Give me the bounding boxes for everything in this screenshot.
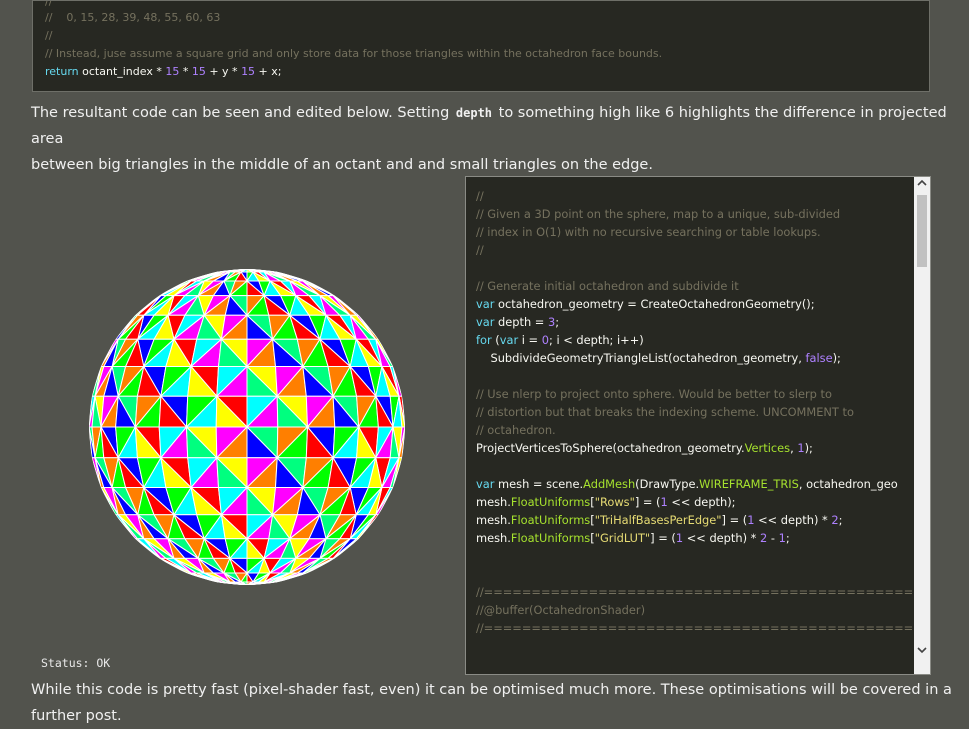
code-text: ; i < depth; i++) [548,333,644,347]
code-return-line: return octant_index * 15 * 15 + y * 15 +… [45,65,282,79]
code-text: - [767,531,779,545]
code-number: 1 [660,495,668,509]
chevron-down-icon[interactable] [914,646,930,654]
code-text: mesh. [476,513,511,527]
editor-line[interactable]: //======================================… [476,621,930,635]
code-number: 1 [778,531,786,545]
code-text: ); [832,351,841,365]
status-text: Status: OK [41,656,111,670]
code-keyword: var [476,477,495,491]
code-property: FloatUniforms [510,531,591,545]
editor-line[interactable]: var octahedron_geometry = CreateOctahedr… [476,297,815,311]
code-text: << depth) * [683,531,760,545]
code-comment-line: // [45,0,53,8]
chevron-up-icon[interactable] [914,179,930,187]
editor-line[interactable]: // [476,243,484,257]
editor-line[interactable]: mesh.FloatUniforms["TriHalfBasesPerEdge"… [476,513,842,527]
code-text: depth = [494,315,548,329]
editor-line[interactable]: var depth = 3; [476,315,559,329]
editor-line[interactable]: // Generate initial octahedron and subdi… [476,279,739,293]
code-text: ] = ( [650,531,676,545]
code-text: , octahedron_geo [798,477,898,491]
code-text: octahedron_geometry = CreateOctahedronGe… [494,297,815,311]
paragraph-text: The resultant code can be seen and edite… [31,105,454,121]
code-text: mesh = scene. [494,477,584,491]
sphere-render-canvas[interactable] [82,262,412,592]
code-text: octant_index * [78,65,166,78]
code-comment-line: // [45,29,53,42]
code-keyword: return [45,65,79,78]
editor-line[interactable]: mesh.FloatUniforms["Rows"] = (1 << depth… [476,495,736,509]
code-keyword: var [476,297,495,311]
code-comment-line: // 0, 15, 28, 39, 48, 55, 60, 63 [45,11,221,24]
code-text: << depth); [667,495,736,509]
code-string: "Rows" [594,495,635,509]
editor-line[interactable]: var mesh = scene.AddMesh(DrawType.WIREFR… [476,477,898,491]
code-editor[interactable]: // // Given a 3D point on the sphere, ma… [465,176,931,675]
editor-line[interactable]: // distortion but that breaks the indexi… [476,405,854,419]
code-property: FloatUniforms [510,495,591,509]
code-text: ; [785,531,790,545]
code-comment-line: // Instead, juse assume a square grid an… [45,47,663,60]
code-text: ; [838,513,843,527]
editor-line[interactable]: ProjectVerticesToSphere(octahedron_geome… [476,441,813,455]
code-text: ProjectVerticesToSphere(octahedron_geome… [476,441,745,455]
scrollbar-thumb[interactable] [917,195,927,267]
code-keyword: for [476,333,492,347]
code-text: (DrawType. [635,477,700,491]
code-text: mesh. [476,531,511,545]
editor-line[interactable]: // Given a 3D point on the sphere, map t… [476,207,840,221]
code-text: ); [804,441,813,455]
code-keyword: false [805,351,833,365]
code-property: FloatUniforms [510,513,591,527]
paragraph-intro: The resultant code can be seen and edite… [31,100,969,178]
editor-line[interactable]: SubdivideGeometryTriangleList(octahedron… [476,351,841,365]
inline-code-depth: depth [455,106,493,120]
paragraph-outro: While this code is pretty fast (pixel-sh… [31,682,952,724]
code-text: << depth) * [754,513,832,527]
code-number: 15 [191,65,206,78]
code-number: 0 [541,333,549,347]
code-text: mesh. [476,495,511,509]
code-string: "GridLUT" [594,531,651,545]
code-string: "TriHalfBasesPerEdge" [594,513,722,527]
code-text: + x; [255,65,282,78]
code-number: 15 [165,65,180,78]
editor-line[interactable]: // index in O(1) with no recursive searc… [476,225,821,239]
editor-line[interactable]: // [476,189,484,203]
editor-line[interactable]: // octahedron. [476,423,556,437]
editor-scrollbar[interactable] [914,177,930,674]
sphere-triangles [89,269,405,585]
editor-line[interactable]: //@buffer(OctahedronShader) [476,603,645,617]
editor-line[interactable]: //======================================… [476,585,930,599]
editor-line[interactable]: mesh.FloatUniforms["GridLUT"] = (1 << de… [476,531,790,545]
code-text: * [179,65,192,78]
code-text: ; [555,315,560,329]
code-text: SubdivideGeometryTriangleList(octahedron… [476,351,806,365]
code-text: i = [518,333,542,347]
top-code-block: // // 0, 15, 28, 39, 48, 55, 60, 63 // /… [32,0,930,92]
code-function: AddMesh [583,477,636,491]
code-text: + y * [205,65,242,78]
code-text: ] = ( [634,495,661,509]
code-number: 2 [831,513,839,527]
editor-line[interactable]: // Use nlerp to project onto sphere. Wou… [476,387,832,401]
editor-line[interactable]: for (var i = 0; i < depth; i++) [476,333,644,347]
code-property: Vertices [744,441,791,455]
code-text: ( [491,333,500,347]
code-keyword: var [476,315,495,329]
code-keyword: var [499,333,519,347]
code-property: WIREFRAME_TRIS [699,477,799,491]
code-number: 15 [241,65,256,78]
code-number: 1 [797,441,805,455]
paragraph-text: between big triangles in the middle of a… [31,157,653,173]
code-text: ] = ( [721,513,748,527]
